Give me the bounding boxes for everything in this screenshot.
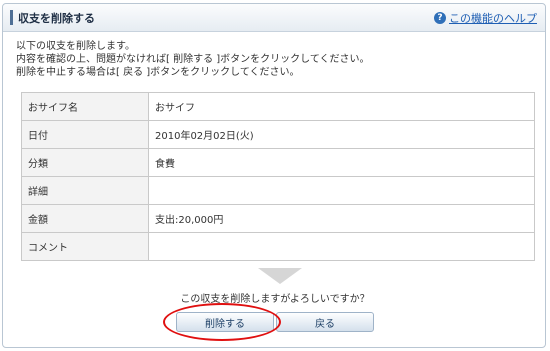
details-table: おサイフ名 おサイフ 日付 2010年02月02日(火) 分類 食費 詳細 金額… bbox=[21, 92, 535, 261]
instruction-line: 内容を確認の上、問題がなければ[ 削除する ]ボタンをクリックしてください。 bbox=[16, 54, 370, 65]
row-label: おサイフ名 bbox=[22, 93, 149, 121]
table-row: 金額 支出:20,000円 bbox=[22, 204, 534, 233]
row-value: 2010年02月02日(火) bbox=[148, 120, 534, 149]
delete-button[interactable]: 削除する bbox=[176, 312, 274, 332]
instructions: 以下の収支を削除します。 内容を確認の上、問題がなければ[ 削除する ]ボタンを… bbox=[16, 40, 370, 79]
row-label: 日付 bbox=[22, 120, 149, 149]
help-link[interactable]: ? この機能のヘルプ bbox=[434, 10, 537, 26]
instruction-line: 削除を中止する場合は[ 戻る ]ボタンをクリックしてください。 bbox=[16, 67, 300, 78]
row-label: 金額 bbox=[22, 204, 149, 233]
row-value bbox=[148, 176, 534, 205]
header-accent-bar bbox=[10, 10, 13, 25]
table-row: おサイフ名 おサイフ bbox=[22, 93, 534, 121]
down-arrow-icon bbox=[258, 268, 302, 284]
table-row: 分類 食費 bbox=[22, 148, 534, 177]
instruction-line: 以下の収支を削除します。 bbox=[16, 41, 135, 52]
row-label: コメント bbox=[22, 232, 149, 260]
row-value bbox=[149, 233, 535, 261]
row-label: 分類 bbox=[22, 148, 149, 177]
table-row: 日付 2010年02月02日(火) bbox=[22, 120, 534, 149]
table-row: 詳細 bbox=[22, 176, 534, 205]
row-label: 詳細 bbox=[22, 176, 149, 205]
back-button[interactable]: 戻る bbox=[276, 312, 374, 332]
table-row: コメント bbox=[22, 232, 535, 261]
row-value: 食費 bbox=[148, 148, 534, 177]
row-value: 支出:20,000円 bbox=[148, 204, 534, 233]
confirm-message: この収支を削除しますがよろしいですか？ bbox=[180, 294, 370, 305]
help-link-label: この機能のヘルプ bbox=[449, 12, 537, 25]
row-value: おサイフ bbox=[148, 93, 534, 121]
panel-header: 収支を削除する ? この機能のヘルプ bbox=[3, 4, 545, 32]
question-icon: ? bbox=[434, 12, 446, 24]
page-title: 収支を削除する bbox=[18, 12, 95, 25]
